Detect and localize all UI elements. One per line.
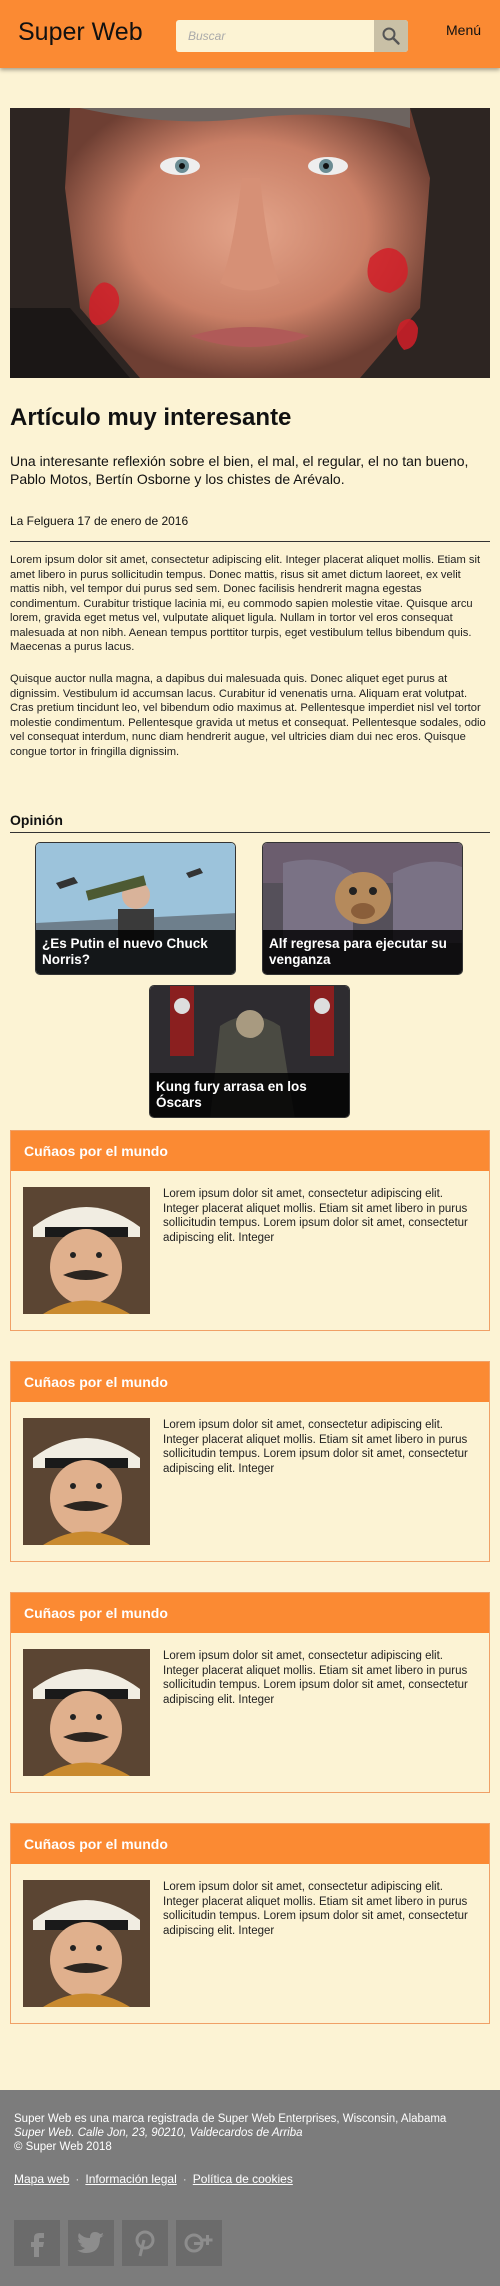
- article-paragraph: Lorem ipsum dolor sit amet, consectetur …: [10, 554, 481, 653]
- hero-image: [10, 108, 490, 378]
- cunado-card-title: Cuñaos por el mundo: [11, 1131, 489, 1171]
- cunado-card-title: Cuñaos por el mundo: [11, 1593, 489, 1633]
- site-header: Super Web Menú: [0, 0, 500, 68]
- article-subtitle: Una interesante reflexión sobre el bien,…: [10, 453, 469, 487]
- footer-links: Mapa web · Información legal · Política de c…: [14, 2172, 293, 2186]
- footer-link-legal[interactable]: Información legal: [85, 2172, 176, 2186]
- footer-copyright: © Super Web 2018: [14, 2141, 112, 2153]
- twitter-icon[interactable]: [68, 2220, 114, 2266]
- footer-link-sitemap[interactable]: Mapa web: [14, 2172, 69, 2186]
- opinion-card[interactable]: Kung fury arrasa en los Óscars: [149, 985, 350, 1118]
- opinion-card[interactable]: ¿Es Putin el nuevo Chuck Norris?: [35, 842, 236, 975]
- search-button[interactable]: [374, 20, 408, 52]
- search-box: [176, 20, 408, 52]
- article-title: Artículo muy interesante: [10, 404, 292, 431]
- pinterest-icon[interactable]: [122, 2220, 168, 2266]
- divider: [10, 541, 490, 542]
- cunado-text: Lorem ipsum dolor sit amet, consectetur …: [163, 1188, 468, 1244]
- site-logo[interactable]: Super Web: [18, 18, 143, 47]
- search-input[interactable]: [176, 20, 374, 52]
- google-plus-icon[interactable]: [176, 2220, 222, 2266]
- cunado-photo: [23, 1649, 150, 1776]
- footer-link-separator: ·: [75, 2172, 80, 2186]
- opinion-card-caption: Kung fury arrasa en los Óscars: [150, 1073, 349, 1117]
- opinion-heading: Opinión: [10, 812, 63, 828]
- cunado-card: Cuñaos por el mundo Lorem ipsum dolor si…: [10, 1130, 490, 1331]
- cunado-photo: [23, 1187, 150, 1314]
- menu-button[interactable]: Menú: [446, 22, 481, 38]
- cunado-text: Lorem ipsum dolor sit amet, consectetur …: [163, 1650, 468, 1706]
- footer-link-separator: ·: [182, 2172, 187, 2186]
- cunado-card-title: Cuñaos por el mundo: [11, 1362, 489, 1402]
- cunado-text: Lorem ipsum dolor sit amet, consectetur …: [163, 1881, 468, 1937]
- divider: [10, 832, 490, 833]
- cunado-card-title: Cuñaos por el mundo: [11, 1824, 489, 1864]
- opinion-card-caption: ¿Es Putin el nuevo Chuck Norris?: [36, 930, 235, 974]
- article-paragraph: Quisque auctor nulla magna, a dapibus du…: [10, 673, 486, 758]
- facebook-icon[interactable]: [14, 2220, 60, 2266]
- opinion-card-caption: Alf regresa para ejecutar su venganza: [263, 930, 462, 974]
- article-dateline: La Felguera 17 de enero de 2016: [10, 514, 189, 528]
- cunado-text: Lorem ipsum dolor sit amet, consectetur …: [163, 1419, 468, 1475]
- opinion-card[interactable]: Alf regresa para ejecutar su venganza: [262, 842, 463, 975]
- footer-link-cookies[interactable]: Política de cookies: [193, 2172, 293, 2186]
- cunado-card: Cuñaos por el mundo Lorem ipsum dolor si…: [10, 1592, 490, 1793]
- footer-address: Super Web. Calle Jon, 23, 90210, Valdeca…: [14, 2127, 303, 2139]
- cunado-card: Cuñaos por el mundo Lorem ipsum dolor si…: [10, 1361, 490, 1562]
- footer-trademark: Super Web es una marca registrada de Sup…: [14, 2113, 447, 2125]
- cunado-photo: [23, 1880, 150, 2007]
- search-icon: [382, 27, 400, 45]
- site-footer: Super Web es una marca registrada de Sup…: [0, 2090, 500, 2286]
- cunado-card: Cuñaos por el mundo Lorem ipsum dolor si…: [10, 1823, 490, 2024]
- cunado-photo: [23, 1418, 150, 1545]
